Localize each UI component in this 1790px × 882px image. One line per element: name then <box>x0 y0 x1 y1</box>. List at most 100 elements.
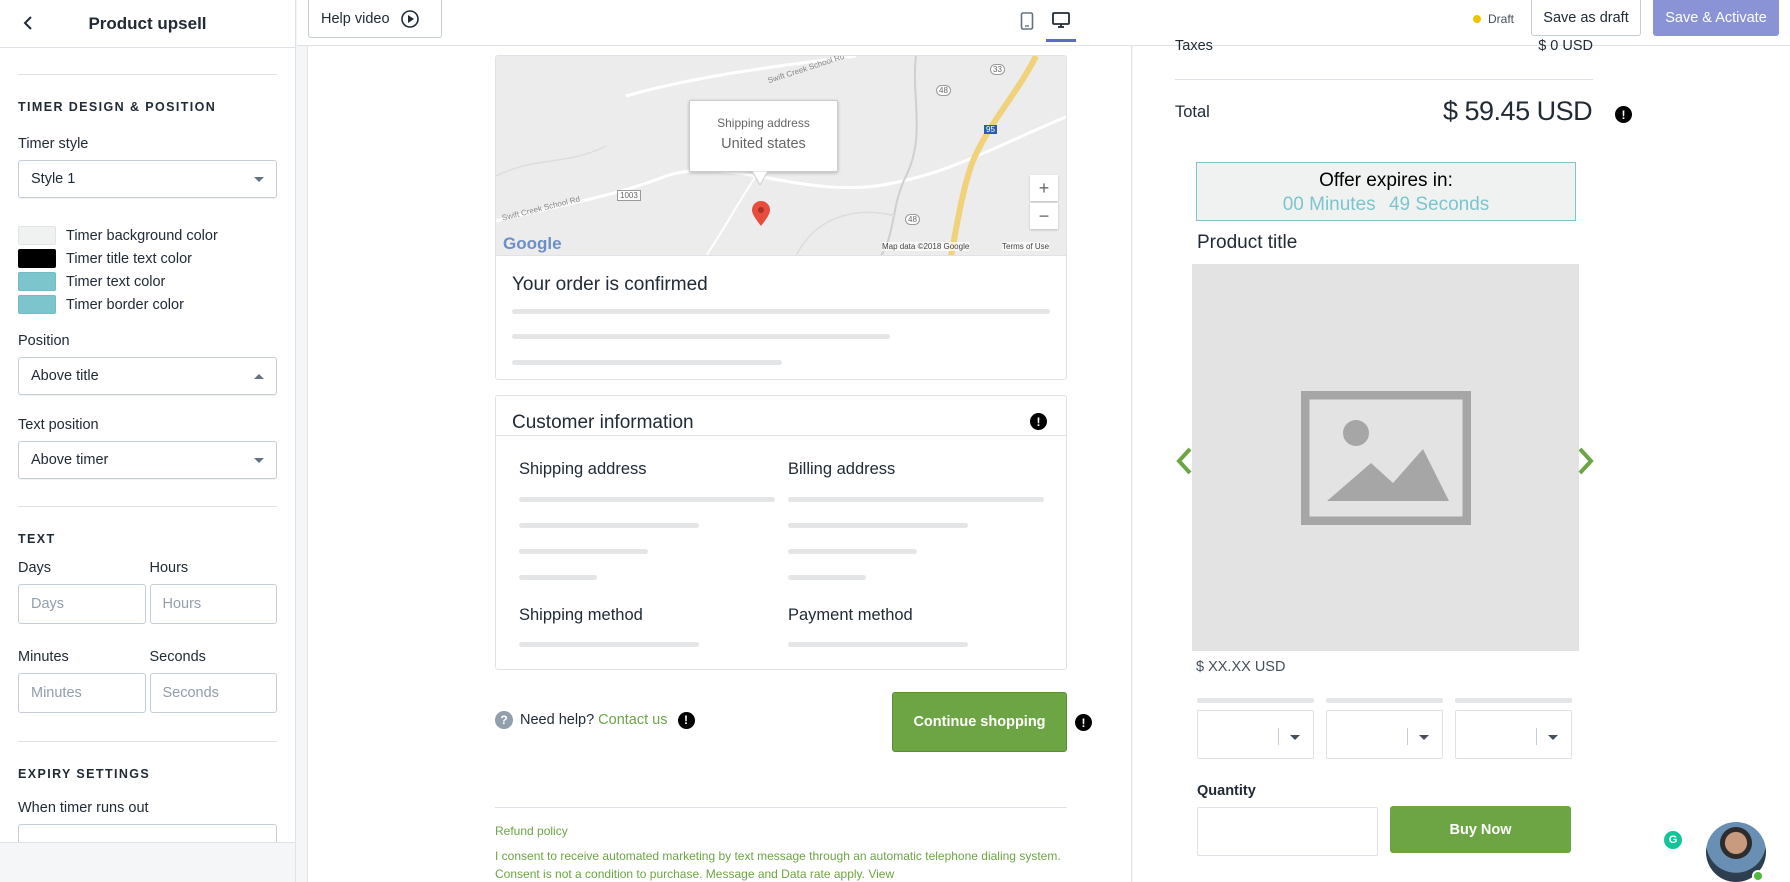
minutes-label: Minutes <box>18 649 69 665</box>
caret-down-icon <box>1290 735 1300 740</box>
order-confirmation-card: Swift Creek School Rd Swift Creek School… <box>495 55 1067 380</box>
refund-policy-link[interactable]: Refund policy <box>495 824 568 838</box>
caret-down-icon <box>1419 735 1429 740</box>
minutes-input[interactable] <box>18 673 146 713</box>
minutes-seconds-row: Minutes Seconds <box>18 649 277 713</box>
color-swatch[interactable] <box>18 272 56 291</box>
payment-method-heading: Payment method <box>788 606 913 624</box>
google-logo: Google <box>503 234 562 253</box>
seconds-input[interactable] <box>149 673 277 713</box>
color-row-background[interactable]: Timer background color <box>18 224 277 247</box>
skeleton-line <box>519 523 699 528</box>
skeleton-line <box>519 497 775 502</box>
divider <box>18 74 277 75</box>
grammarly-icon[interactable]: G <box>1664 831 1682 849</box>
countdown-minutes: 00 Minutes <box>1282 194 1376 215</box>
caret-down-icon <box>254 458 264 463</box>
skeleton-line <box>788 642 968 647</box>
total-label: Total <box>1175 103 1210 121</box>
timer-style-select[interactable]: Style 1 <box>18 160 277 198</box>
route-shield: 48 <box>936 85 951 96</box>
skeleton-line <box>788 497 1044 502</box>
buy-now-button[interactable]: Buy Now <box>1390 806 1571 853</box>
text-position-select[interactable]: Above timer <box>18 441 277 479</box>
hours-label: Hours <box>149 560 189 576</box>
help-video-label: Help video <box>321 10 390 27</box>
customer-info-title: Customer information <box>512 412 694 433</box>
customer-info-header: Customer information ! <box>496 396 1066 436</box>
variant-select[interactable] <box>1455 710 1572 759</box>
map-pin-icon[interactable] <box>750 201 772 227</box>
info-icon[interactable]: ! <box>1615 106 1632 123</box>
sidebar-body[interactable]: TIMER DESIGN & POSITION Timer style Styl… <box>0 48 295 842</box>
chevron-left-icon[interactable] <box>1175 446 1195 476</box>
skeleton-line <box>1455 698 1572 703</box>
chevron-right-icon[interactable] <box>1575 446 1595 476</box>
question-icon: ? <box>495 711 513 729</box>
save-activate-button[interactable]: Save & Activate <box>1653 0 1779 36</box>
map-terms-link[interactable]: Terms of Use <box>1002 242 1050 251</box>
online-status-dot <box>1752 870 1764 882</box>
mobile-view-button[interactable] <box>1012 0 1042 42</box>
skeleton-line <box>1197 698 1314 703</box>
countdown-timer: Offer expires in: 00 Minutes 49 Seconds <box>1196 162 1576 221</box>
color-swatch[interactable] <box>18 295 56 314</box>
taxes-label: Taxes <box>1175 38 1213 54</box>
sidebar-header: Product upsell <box>0 0 295 48</box>
info-icon[interactable]: ! <box>1030 413 1047 430</box>
desktop-view-button[interactable] <box>1046 0 1076 42</box>
help-video-button[interactable]: Help video <box>308 0 442 38</box>
color-row-title-text[interactable]: Timer title text color <box>18 247 277 270</box>
variant-labels <box>1197 698 1572 703</box>
quantity-label: Quantity <box>1197 783 1256 799</box>
skeleton-line <box>519 549 648 554</box>
position-select[interactable]: Above title <box>18 357 277 395</box>
color-row-border[interactable]: Timer border color <box>18 293 277 316</box>
back-button[interactable] <box>14 9 42 37</box>
variant-select[interactable] <box>1197 710 1314 759</box>
color-swatch[interactable] <box>18 226 56 245</box>
status-badge: Draft <box>1473 12 1514 26</box>
preview-canvas: Swift Creek School Rd Swift Creek School… <box>307 46 1132 882</box>
save-draft-button[interactable]: Save as draft <box>1531 0 1641 36</box>
variant-selects <box>1197 710 1572 759</box>
divider <box>18 506 277 507</box>
status-dot <box>1473 15 1481 23</box>
shipping-address-heading: Shipping address <box>519 460 647 478</box>
text-position-label: Text position <box>18 417 99 433</box>
skeleton-line <box>519 642 699 647</box>
color-label: Timer background color <box>66 227 218 244</box>
skeleton-line <box>512 360 782 365</box>
chevron-left-icon <box>23 16 32 30</box>
footer-divider <box>495 807 1067 808</box>
skeleton-line <box>1326 698 1443 703</box>
skeleton-line <box>788 575 866 580</box>
zoom-out-button[interactable]: − <box>1030 203 1058 229</box>
section-title-timer: TIMER DESIGN & POSITION <box>18 100 217 114</box>
timer-style-label: Timer style <box>18 136 89 152</box>
info-icon[interactable]: ! <box>677 711 695 729</box>
contact-us-link[interactable]: Contact us <box>598 712 667 728</box>
when-runs-out-label: When timer runs out <box>18 800 149 816</box>
continue-shopping-button[interactable]: Continue shopping <box>892 692 1067 752</box>
help-row: ? Need help? Contact us ! <box>495 711 695 729</box>
color-swatch[interactable] <box>18 249 56 268</box>
map-callout: Shipping address United states <box>689 100 838 172</box>
zoom-in-button[interactable]: + <box>1030 175 1058 201</box>
billing-address-heading: Billing address <box>788 460 896 478</box>
callout-line2: United states <box>721 136 806 152</box>
position-value: Above title <box>31 368 99 384</box>
offer-expires-title: Offer expires in: <box>1319 170 1453 191</box>
product-price: $ XX.XX USD <box>1196 659 1286 675</box>
map-attribution: Map data ©2018 Google <box>882 242 970 251</box>
variant-select[interactable] <box>1326 710 1443 759</box>
info-icon[interactable]: ! <box>1075 714 1092 731</box>
shipping-map[interactable]: Swift Creek School Rd Swift Creek School… <box>496 56 1066 256</box>
quantity-input[interactable] <box>1197 807 1378 856</box>
days-input[interactable] <box>18 584 146 624</box>
hours-input[interactable] <box>149 584 277 624</box>
when-runs-out-select[interactable] <box>18 824 277 842</box>
days-label: Days <box>18 560 52 576</box>
select-separator <box>1536 728 1537 745</box>
color-row-text[interactable]: Timer text color <box>18 270 277 293</box>
